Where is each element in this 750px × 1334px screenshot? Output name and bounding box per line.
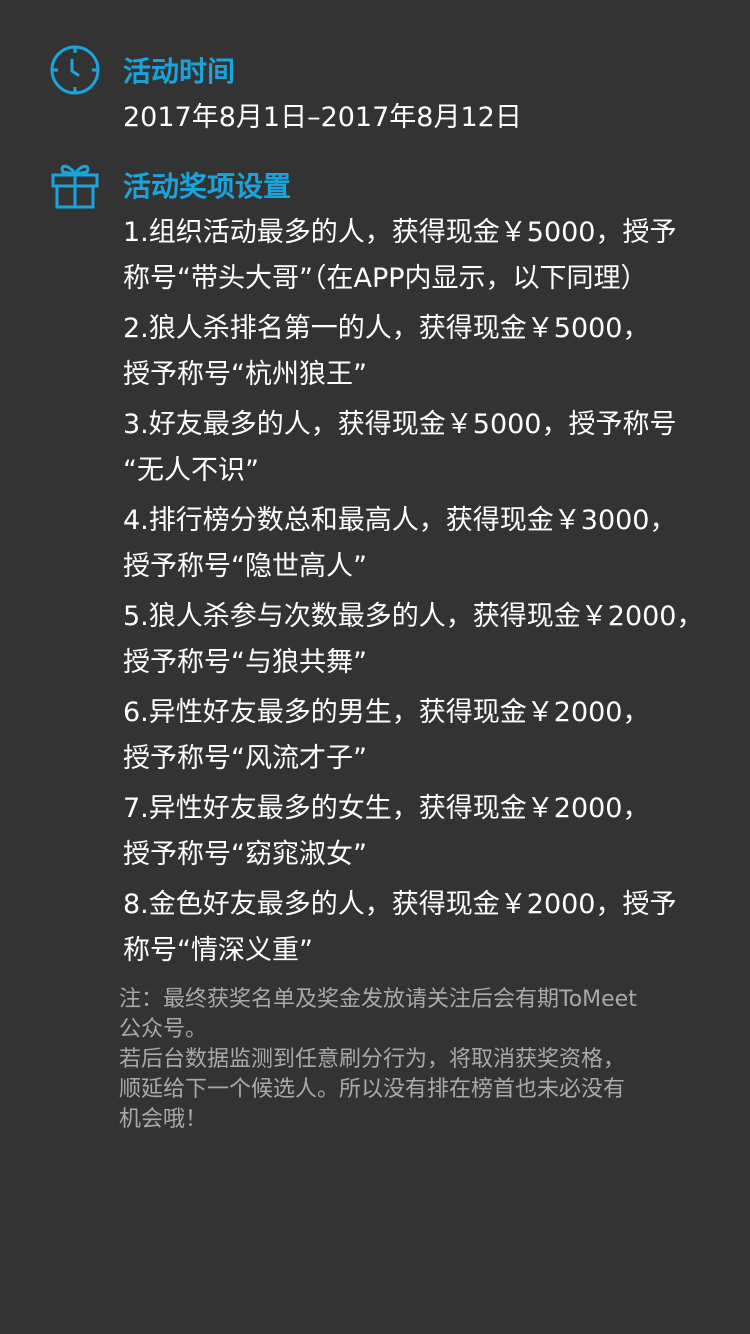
clock-icon — [49, 44, 101, 96]
award-line: 授予称号“隐世高人” — [123, 551, 367, 582]
award-item: 6.异性好友最多的男生，获得现金￥2000， 授予称号“风流才子” — [123, 690, 743, 782]
note-line: 公众号。 — [119, 1017, 208, 1042]
award-item: 5.狼人杀参与次数最多的人，获得现金￥2000， 授予称号“与狼共舞” — [123, 594, 743, 686]
award-line: 授予称号“与狼共舞” — [123, 647, 367, 678]
award-item: 8.金色好友最多的人，获得现金￥2000，授予 称号“情深义重” — [123, 882, 743, 974]
time-section-title: 活动时间 — [123, 55, 236, 88]
prize-note: 注：最终获奖名单及奖金发放请关注后会有期ToMeet 公众号。 若后台数据监测到… — [119, 985, 719, 1135]
award-item: 3.好友最多的人，获得现金￥5000，授予称号 “无人不识” — [123, 402, 743, 494]
award-line: 7.异性好友最多的女生，获得现金￥2000， — [123, 793, 650, 824]
award-line: 称号“情深义重” — [123, 935, 313, 966]
award-line: 授予称号“窈窕淑女” — [123, 839, 367, 870]
activity-date-range: 2017年8月1日–2017年8月12日 — [123, 102, 522, 133]
gift-icon — [49, 158, 101, 210]
note-line: 若后台数据监测到任意刷分行为，将取消获奖资格， — [119, 1047, 626, 1072]
award-line: 3.好友最多的人，获得现金￥5000，授予称号 — [123, 409, 677, 440]
award-line: 授予称号“风流才子” — [123, 743, 367, 774]
award-item: 2.狼人杀排名第一的人，获得现金￥5000， 授予称号“杭州狼王” — [123, 306, 743, 398]
note-line: 顺延给下一个候选人。所以没有排在榜首也未必没有 — [119, 1077, 626, 1102]
award-line: 授予称号“杭州狼王” — [123, 359, 367, 390]
awards-section-title: 活动奖项设置 — [123, 170, 292, 203]
award-line: 称号“带头大哥”（在APP内显示，以下同理） — [123, 263, 648, 294]
award-line: 4.排行榜分数总和最高人，获得现金￥3000， — [123, 505, 677, 536]
award-item: 4.排行榜分数总和最高人，获得现金￥3000， 授予称号“隐世高人” — [123, 498, 743, 590]
note-line: 注：最终获奖名单及奖金发放请关注后会有期ToMeet — [119, 987, 637, 1012]
note-line: 机会哦！ — [119, 1107, 208, 1132]
award-item: 7.异性好友最多的女生，获得现金￥2000， 授予称号“窈窕淑女” — [123, 786, 743, 878]
award-line: 8.金色好友最多的人，获得现金￥2000，授予 — [123, 889, 677, 920]
awards-list: 1.组织活动最多的人，获得现金￥5000，授予 称号“带头大哥”（在APP内显示… — [123, 210, 743, 978]
award-item: 1.组织活动最多的人，获得现金￥5000，授予 称号“带头大哥”（在APP内显示… — [123, 210, 743, 302]
award-line: “无人不识” — [123, 455, 259, 486]
award-line: 2.狼人杀排名第一的人，获得现金￥5000， — [123, 313, 650, 344]
award-line: 5.狼人杀参与次数最多的人，获得现金￥2000， — [123, 601, 704, 632]
award-line: 1.组织活动最多的人，获得现金￥5000，授予 — [123, 217, 677, 248]
award-line: 6.异性好友最多的男生，获得现金￥2000， — [123, 697, 650, 728]
